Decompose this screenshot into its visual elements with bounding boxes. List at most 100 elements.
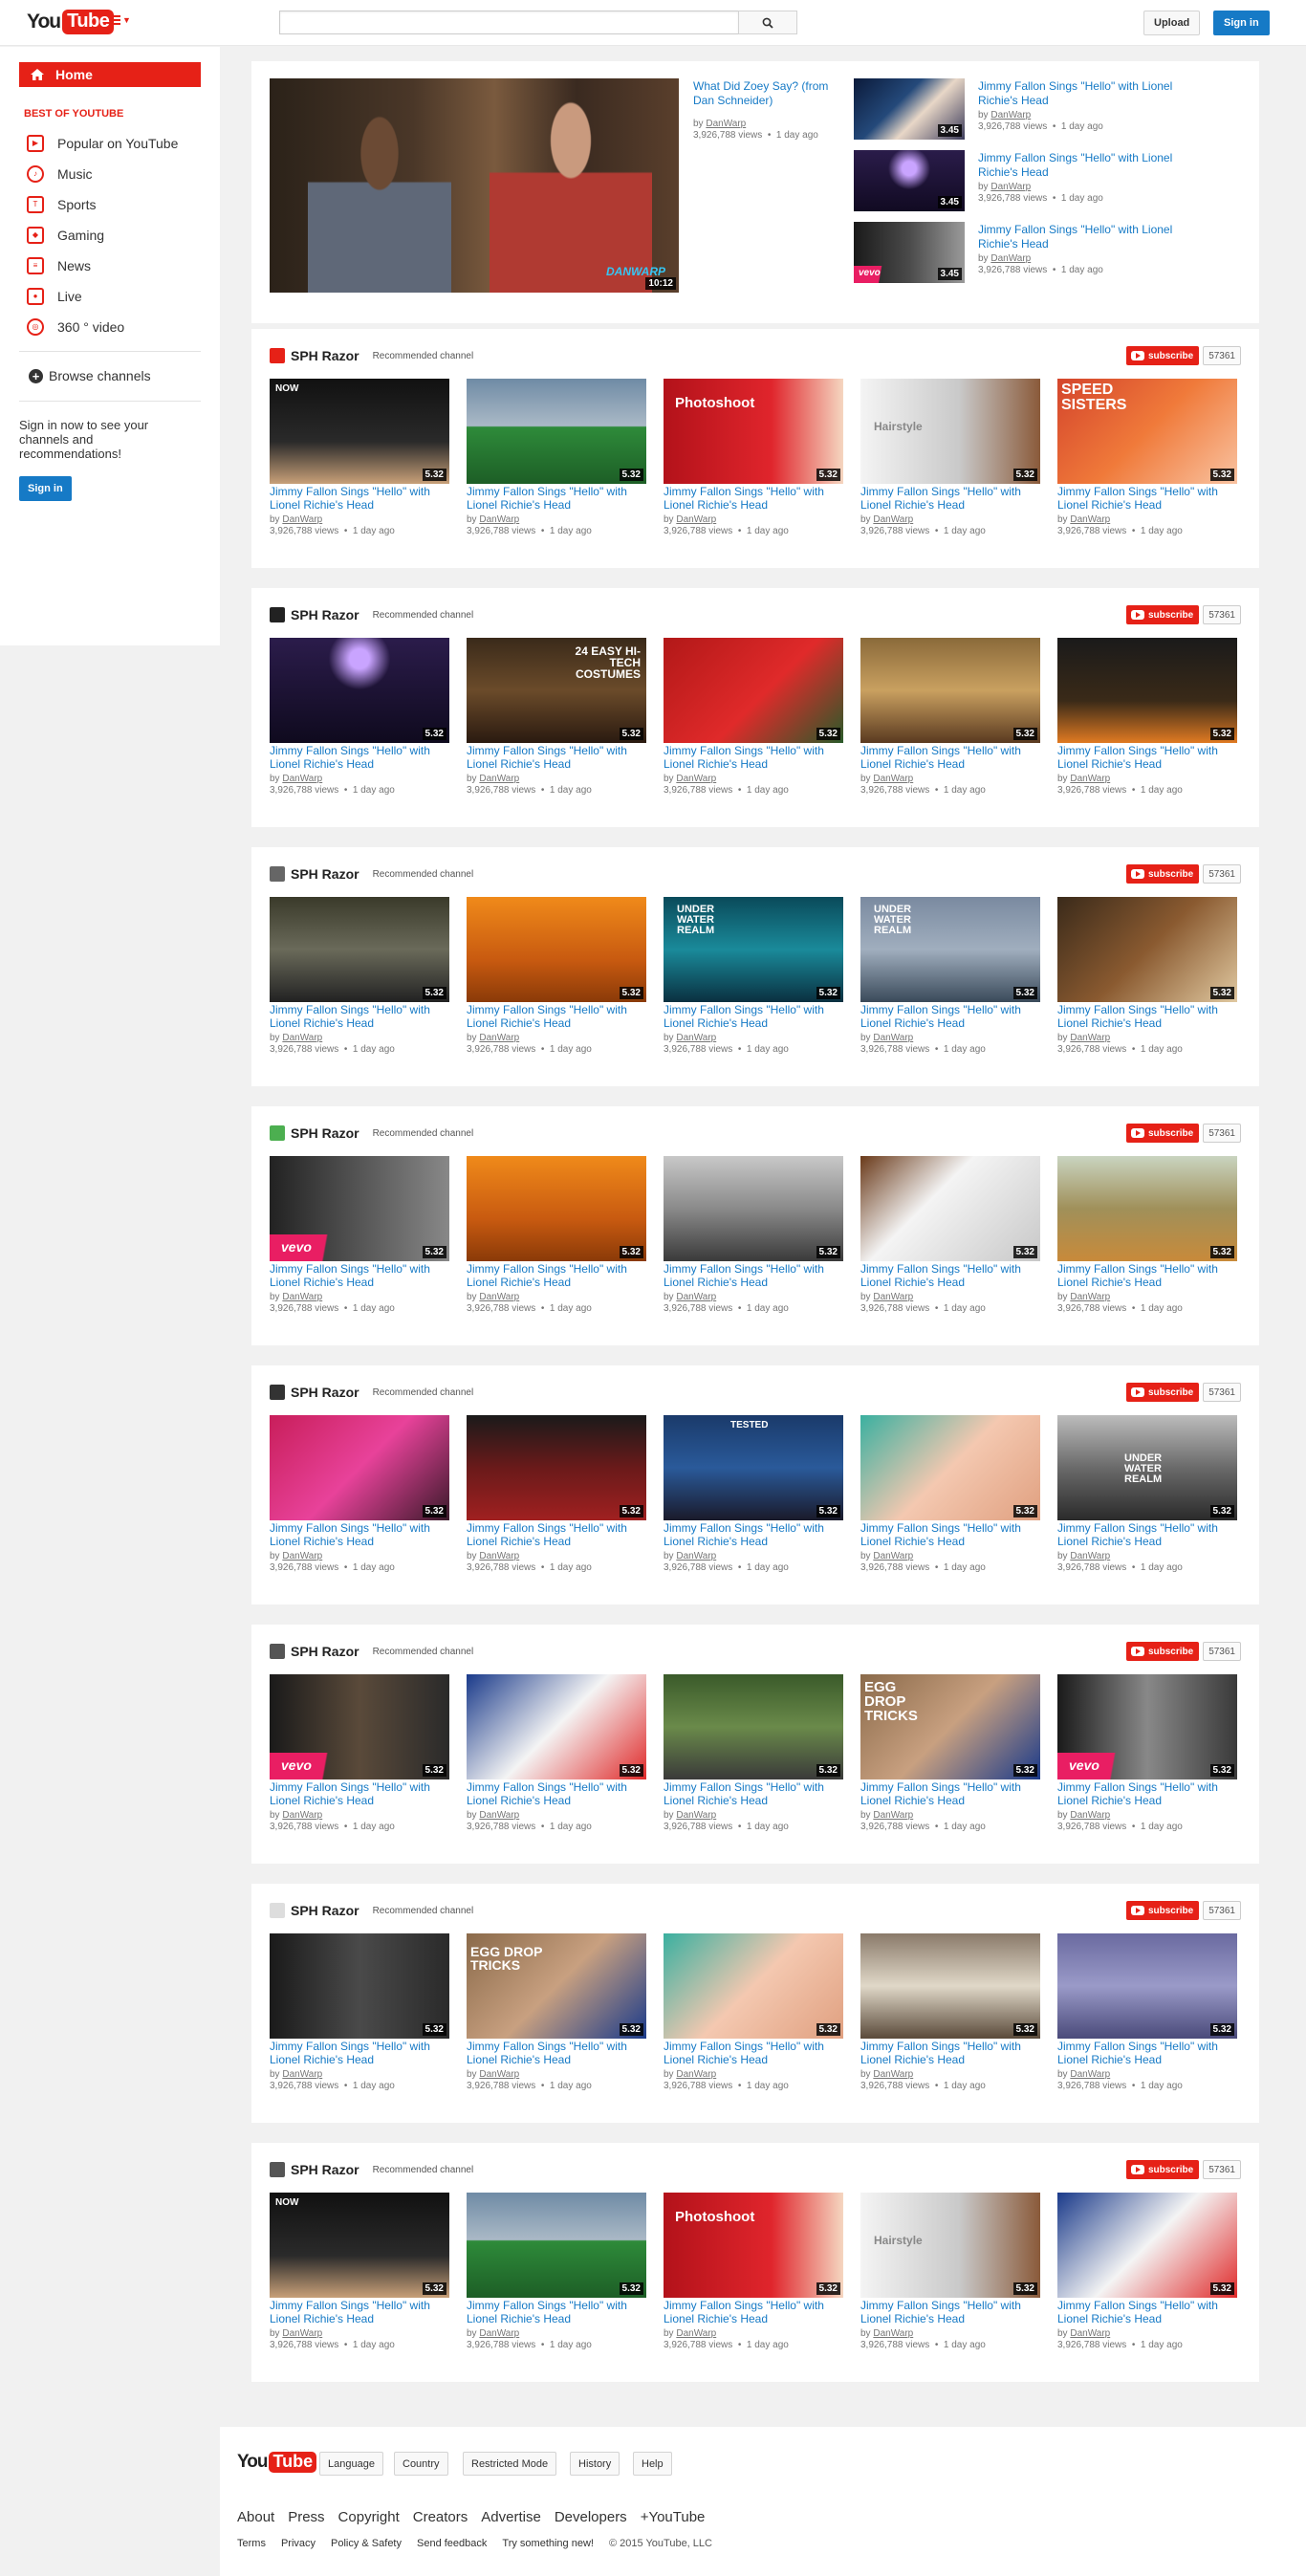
video-title[interactable]: Jimmy Fallon Sings "Hello" with Lionel R… <box>1057 1780 1237 1807</box>
footer-link-creators[interactable]: Creators <box>413 2509 468 2525</box>
channel-avatar-icon[interactable] <box>270 1644 285 1659</box>
guide-menu-button[interactable]: ▼ <box>109 15 131 25</box>
subscribe-button[interactable]: subscribe <box>1125 2160 1200 2179</box>
video-title[interactable]: Jimmy Fallon Sings "Hello" with Lionel R… <box>664 1003 843 1030</box>
video-title[interactable]: Jimmy Fallon Sings "Hello" with Lionel R… <box>664 2299 843 2325</box>
channel-name-link[interactable]: SPH Razor <box>291 1125 359 1141</box>
guide-item-music[interactable]: ♪ Music <box>27 165 93 183</box>
video-title[interactable]: Jimmy Fallon Sings "Hello" with Lionel R… <box>664 2040 843 2066</box>
help-button[interactable]: Help <box>633 2452 672 2476</box>
footer-link-terms[interactable]: Terms <box>237 2538 266 2549</box>
video-thumbnail[interactable]: 5.32 <box>270 897 449 1002</box>
channel-avatar-icon[interactable] <box>270 1385 285 1400</box>
video-title[interactable]: Jimmy Fallon Sings "Hello" with Lionel R… <box>270 1003 449 1030</box>
channel-link[interactable]: DanWarp <box>676 1551 716 1561</box>
channel-link[interactable]: DanWarp <box>282 2328 322 2339</box>
subscribe-button[interactable]: subscribe <box>1125 1383 1200 1402</box>
channel-avatar-icon[interactable] <box>270 348 285 363</box>
side-video[interactable]: vevo 3.45 Jimmy Fallon Sings "Hello" wit… <box>854 222 1246 285</box>
video-title[interactable]: Jimmy Fallon Sings "Hello" with Lionel R… <box>860 1262 1040 1289</box>
channel-link[interactable]: DanWarp <box>282 1292 322 1302</box>
channel-link[interactable]: DanWarp <box>479 2069 519 2080</box>
guide-signin-button[interactable]: Sign in <box>19 476 72 501</box>
channel-name-link[interactable]: SPH Razor <box>291 348 359 363</box>
search-button[interactable] <box>738 11 797 34</box>
video-thumbnail[interactable]: EGG DROP TRICKS 5.32 <box>860 1674 1040 1779</box>
video-title[interactable]: Jimmy Fallon Sings "Hello" with Lionel R… <box>270 744 449 771</box>
channel-link[interactable]: DanWarp <box>1070 1292 1110 1302</box>
video-title[interactable]: Jimmy Fallon Sings "Hello" with Lionel R… <box>664 1262 843 1289</box>
channel-link[interactable]: DanWarp <box>676 1292 716 1302</box>
video-thumbnail[interactable]: 5.32 <box>467 897 646 1002</box>
video-title[interactable]: Jimmy Fallon Sings "Hello" with Lionel R… <box>860 1003 1040 1030</box>
language-button[interactable]: Language <box>319 2452 383 2476</box>
channel-link[interactable]: DanWarp <box>990 253 1031 264</box>
video-thumbnail[interactable]: Hairstyle 5.32 <box>860 379 1040 484</box>
channel-link[interactable]: DanWarp <box>479 1551 519 1561</box>
channel-link[interactable]: DanWarp <box>282 1551 322 1561</box>
channel-name-link[interactable]: SPH Razor <box>291 1385 359 1400</box>
video-title[interactable]: Jimmy Fallon Sings "Hello" with Lionel R… <box>978 151 1172 179</box>
guide-item-360[interactable]: ◎ 360 ° video <box>27 318 124 336</box>
channel-link[interactable]: DanWarp <box>1070 1551 1110 1561</box>
channel-link[interactable]: DanWarp <box>873 2069 913 2080</box>
video-title[interactable]: Jimmy Fallon Sings "Hello" with Lionel R… <box>270 1521 449 1548</box>
video-thumbnail[interactable]: NOW 5.32 <box>270 379 449 484</box>
channel-link[interactable]: DanWarp <box>873 1033 913 1043</box>
side-video[interactable]: 3.45 Jimmy Fallon Sings "Hello" with Lio… <box>854 78 1246 142</box>
footer-link-advertise[interactable]: Advertise <box>481 2509 541 2525</box>
subscribe-button[interactable]: subscribe <box>1125 605 1200 624</box>
video-title[interactable]: Jimmy Fallon Sings "Hello" with Lionel R… <box>978 79 1172 107</box>
video-title[interactable]: Jimmy Fallon Sings "Hello" with Lionel R… <box>860 485 1040 512</box>
subscribe-button[interactable]: subscribe <box>1125 1642 1200 1661</box>
channel-link[interactable]: DanWarp <box>873 2328 913 2339</box>
video-title[interactable]: Jimmy Fallon Sings "Hello" with Lionel R… <box>467 744 646 771</box>
video-title[interactable]: Jimmy Fallon Sings "Hello" with Lionel R… <box>467 2299 646 2325</box>
browse-channels-link[interactable]: + Browse channels <box>29 368 151 383</box>
channel-link[interactable]: DanWarp <box>479 774 519 784</box>
channel-link[interactable]: DanWarp <box>282 774 322 784</box>
channel-avatar-icon[interactable] <box>270 1125 285 1141</box>
video-thumbnail[interactable]: 5.32 <box>664 1156 843 1261</box>
signin-button[interactable]: Sign in <box>1213 11 1270 35</box>
channel-link[interactable]: DanWarp <box>479 514 519 525</box>
guide-item-live[interactable]: ● Live <box>27 288 82 305</box>
video-thumbnail[interactable]: vevo 5.32 <box>270 1156 449 1261</box>
video-title[interactable]: Jimmy Fallon Sings "Hello" with Lionel R… <box>467 1780 646 1807</box>
channel-name-link[interactable]: SPH Razor <box>291 607 359 622</box>
channel-link[interactable]: DanWarp <box>873 774 913 784</box>
side-video[interactable]: 3.45 Jimmy Fallon Sings "Hello" with Lio… <box>854 150 1246 213</box>
video-thumbnail[interactable]: 5.32 <box>467 2193 646 2298</box>
channel-link[interactable]: DanWarp <box>282 1810 322 1821</box>
video-thumbnail[interactable]: 5.32 <box>860 638 1040 743</box>
video-thumbnail[interactable]: TESTED 5.32 <box>664 1415 843 1520</box>
video-thumbnail[interactable]: Hairstyle 5.32 <box>860 2193 1040 2298</box>
video-title[interactable]: Jimmy Fallon Sings "Hello" with Lionel R… <box>270 1262 449 1289</box>
video-thumbnail[interactable]: 3.45 <box>854 150 965 211</box>
video-thumbnail[interactable]: Photoshoot 5.32 <box>664 379 843 484</box>
video-thumbnail[interactable]: 5.32 <box>1057 1156 1237 1261</box>
video-thumbnail[interactable]: 5.32 <box>270 1415 449 1520</box>
channel-name-link[interactable]: SPH Razor <box>291 1903 359 1918</box>
channel-avatar-icon[interactable] <box>270 1903 285 1918</box>
search-input[interactable] <box>279 11 738 34</box>
channel-link[interactable]: DanWarp <box>479 1810 519 1821</box>
footer-logo[interactable]: You Tube <box>237 2452 317 2473</box>
channel-link[interactable]: DanWarp <box>282 2069 322 2080</box>
video-title[interactable]: Jimmy Fallon Sings "Hello" with Lionel R… <box>467 1521 646 1548</box>
video-title[interactable]: Jimmy Fallon Sings "Hello" with Lionel R… <box>1057 744 1237 771</box>
subscribe-button[interactable]: subscribe <box>1125 864 1200 884</box>
video-thumbnail[interactable]: 5.32 <box>860 1415 1040 1520</box>
youtube-logo[interactable]: You Tube <box>27 10 115 34</box>
channel-link[interactable]: DanWarp <box>479 1033 519 1043</box>
video-title[interactable]: Jimmy Fallon Sings "Hello" with Lionel R… <box>1057 2299 1237 2325</box>
video-thumbnail[interactable]: 24 EASY HI-TECH COSTUMES 5.32 <box>467 638 646 743</box>
video-thumbnail[interactable]: UNDER WATER REALM 5.32 <box>860 897 1040 1002</box>
channel-link[interactable]: DanWarp <box>706 119 746 129</box>
video-title[interactable]: Jimmy Fallon Sings "Hello" with Lionel R… <box>860 2040 1040 2066</box>
video-title[interactable]: Jimmy Fallon Sings "Hello" with Lionel R… <box>860 1521 1040 1548</box>
video-thumbnail[interactable]: 5.32 <box>467 379 646 484</box>
footer-link-feedback[interactable]: Send feedback <box>417 2538 487 2549</box>
video-thumbnail[interactable]: 5.32 <box>1057 2193 1237 2298</box>
video-thumbnail[interactable]: 5.32 <box>860 1156 1040 1261</box>
